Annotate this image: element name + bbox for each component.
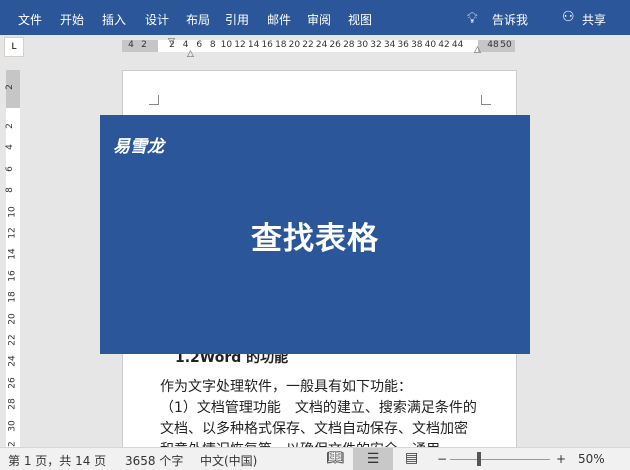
ruler-number: 30 [356, 40, 369, 50]
ruler-number: 20 [288, 40, 301, 50]
ruler-number: 28 [7, 398, 18, 410]
tab-selector[interactable]: L [4, 37, 24, 57]
ruler-number: 42 [438, 40, 450, 50]
add-person-icon[interactable]: ⚇ [562, 9, 575, 25]
ruler-number: 28 [343, 40, 355, 50]
zoom-level[interactable]: 50% [578, 452, 605, 466]
ruler-number: 2 [4, 123, 15, 129]
tab-3[interactable]: 设计 [145, 11, 169, 28]
ruler-number: 34 [383, 40, 396, 50]
lightbulb-icon[interactable]: 💡︎ [467, 9, 478, 27]
tab-6[interactable]: 邮件 [267, 11, 291, 28]
title-banner: 易雪龙 查找表格 [100, 115, 530, 354]
ruler-number: 44 [451, 40, 464, 50]
first-line-indent-marker[interactable]: ▽ [168, 37, 175, 47]
ruler-number: 22 [7, 334, 18, 346]
ruler-number: 26 [7, 377, 18, 389]
ruler-number: 32 [370, 40, 382, 50]
ruler-number: 22 [302, 40, 314, 50]
ruler-right-margin: 48 50 [478, 40, 515, 52]
body-line: 作为文字处理软件，一般具有如下功能： [160, 379, 412, 395]
banner-title: 查找表格 [251, 221, 379, 257]
tab-1[interactable]: 开始 [60, 11, 84, 28]
zoom-in-button[interactable]: + [556, 452, 566, 466]
tab-5[interactable]: 引用 [225, 11, 249, 28]
ruler-number: 4 [128, 40, 134, 50]
status-bar: 第 1 页，共 14 页 3658 个字 中文(中国) 📖︎ ☰ ▤ − + 5… [0, 447, 630, 470]
ruler-number: 18 [275, 40, 287, 50]
ruler-number: 16 [261, 40, 273, 50]
ruler-left-margin: 4 2 [122, 40, 158, 52]
ruler-number: 8 [4, 187, 15, 194]
vertical-ruler[interactable]: 2 2468101214161820222426283032 [4, 70, 20, 453]
tab-0[interactable]: 文件 [18, 11, 42, 28]
ruler-number: 6 [4, 165, 15, 172]
tab-7[interactable]: 审阅 [307, 11, 331, 28]
print-layout-icon[interactable]: ☰ [353, 448, 393, 470]
zoom-slider-thumb[interactable] [476, 452, 481, 466]
ruler-number: 4 [4, 144, 15, 151]
ruler-number: 8 [209, 40, 216, 50]
web-layout-icon[interactable]: ▤ [405, 450, 418, 466]
ruler-number: 20 [7, 312, 18, 325]
margin-mark [149, 95, 159, 105]
ruler-number: 6 [196, 40, 203, 50]
body-line: （1）文档管理功能 文档的建立、搜索满足条件的 [160, 400, 477, 416]
ruler-number: 50 [500, 40, 512, 50]
tab-4[interactable]: 布局 [186, 11, 210, 28]
ribbon: 文件 开始 插入 设计 布局 引用 邮件 审阅 视图 💡︎ 告诉我 ⚇ 共享 [0, 0, 630, 35]
ruler-number: 10 [220, 40, 233, 50]
word-count[interactable]: 3658 个字 [125, 452, 183, 469]
right-indent-marker[interactable]: △ [474, 45, 481, 55]
read-mode-icon[interactable]: 📖︎ [326, 450, 344, 466]
margin-mark [481, 95, 491, 105]
tell-me-button[interactable]: 告诉我 [492, 11, 528, 28]
ruler-number: 48 [487, 40, 499, 50]
ruler-number: 16 [7, 270, 18, 282]
ruler-number: 36 [397, 40, 409, 50]
tab-8[interactable]: 视图 [348, 11, 372, 28]
ruler-number: 40 [424, 40, 437, 50]
ruler-number: 2 [4, 84, 15, 90]
ruler-number: 2 [141, 40, 147, 50]
zoom-slider[interactable] [450, 459, 550, 460]
ruler-number: 12 [234, 40, 246, 50]
share-button[interactable]: 共享 [582, 11, 606, 28]
ruler-number: 38 [411, 40, 423, 50]
body-line: 文档、以多种格式保存、文档自动保存、文档加密 [160, 421, 468, 437]
ruler-number: 14 [7, 248, 18, 261]
ruler-number: 26 [329, 40, 341, 50]
ruler-number: 24 [7, 355, 18, 368]
ruler-number: 12 [7, 227, 18, 239]
ruler-number: 24 [315, 40, 328, 50]
ruler-number: 10 [7, 205, 18, 218]
ruler-number: 30 [7, 419, 18, 432]
page-count[interactable]: 第 1 页，共 14 页 [8, 452, 106, 469]
ruler-number: 14 [247, 40, 260, 50]
hanging-indent-marker[interactable]: △ [187, 49, 194, 59]
ruler-number: 18 [7, 291, 18, 303]
horizontal-ruler[interactable]: 2 4 6 8 10 12 14 16 18 20 22 24 26 28 30 32 34 36 38 40 42 44 [158, 40, 478, 52]
zoom-out-button[interactable]: − [437, 452, 447, 466]
language[interactable]: 中文(中国) [200, 452, 257, 469]
tab-2[interactable]: 插入 [102, 11, 126, 28]
logo: 易雪龙 [113, 137, 164, 157]
